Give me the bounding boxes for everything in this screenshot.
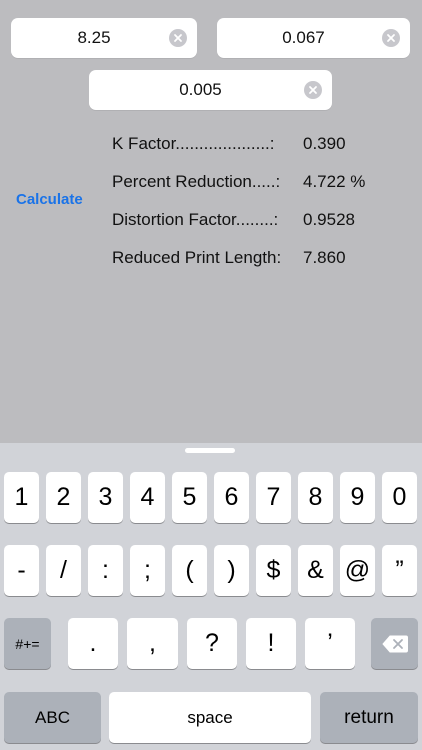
result-value: 0.9528 [303,210,355,229]
input-3[interactable] [89,70,332,110]
key-hyphen[interactable]: - [4,545,39,596]
key-at[interactable]: @ [340,545,375,596]
key-close-paren[interactable]: ) [214,545,249,596]
result-label: K Factor....................: [112,134,275,153]
key-exclaim[interactable]: ! [246,618,296,669]
result-label: Percent Reduction.....: [112,172,281,191]
clear-icon[interactable] [304,81,322,99]
key-apostrophe[interactable]: ’ [305,618,355,669]
key-ampersand[interactable]: & [298,545,333,596]
result-label: Reduced Print Length: [112,248,282,267]
key-9[interactable]: 9 [340,472,375,523]
key-semicolon[interactable]: ; [130,545,165,596]
key-space[interactable]: space [109,692,311,743]
key-return[interactable]: return [320,692,418,743]
key-2[interactable]: 2 [46,472,81,523]
keyboard-handle[interactable] [185,448,235,453]
keyboard: 1 2 3 4 5 6 7 8 9 0 - / : ; ( ) $ & @ ” … [0,443,422,750]
key-4[interactable]: 4 [130,472,165,523]
key-7[interactable]: 7 [256,472,291,523]
key-more-symbols[interactable]: #+= [4,618,51,669]
result-value: 7.860 [303,248,346,267]
key-8[interactable]: 8 [298,472,333,523]
key-quote[interactable]: ” [382,545,417,596]
key-period[interactable]: . [68,618,118,669]
input-field-3[interactable] [89,70,332,110]
calculate-button[interactable]: Calculate [16,191,83,208]
key-colon[interactable]: : [88,545,123,596]
key-3[interactable]: 3 [88,472,123,523]
key-6[interactable]: 6 [214,472,249,523]
key-comma[interactable]: , [127,618,178,669]
key-5[interactable]: 5 [172,472,207,523]
key-dollar[interactable]: $ [256,545,291,596]
key-slash[interactable]: / [46,545,81,596]
key-abc[interactable]: ABC [4,692,101,743]
result-label: Distortion Factor........: [112,210,279,229]
key-1[interactable]: 1 [4,472,39,523]
input-field-2[interactable] [217,18,410,58]
calculator-screen: Calculate K Factor....................: … [0,0,422,443]
clear-icon[interactable] [382,29,400,47]
backspace-button[interactable] [371,618,418,669]
key-0[interactable]: 0 [382,472,417,523]
clear-icon[interactable] [169,29,187,47]
key-open-paren[interactable]: ( [172,545,207,596]
backspace-icon [381,635,408,652]
input-field-1[interactable] [11,18,197,58]
key-question[interactable]: ? [187,618,237,669]
result-value: 4.722 % [303,172,366,191]
result-value: 0.390 [303,134,346,153]
